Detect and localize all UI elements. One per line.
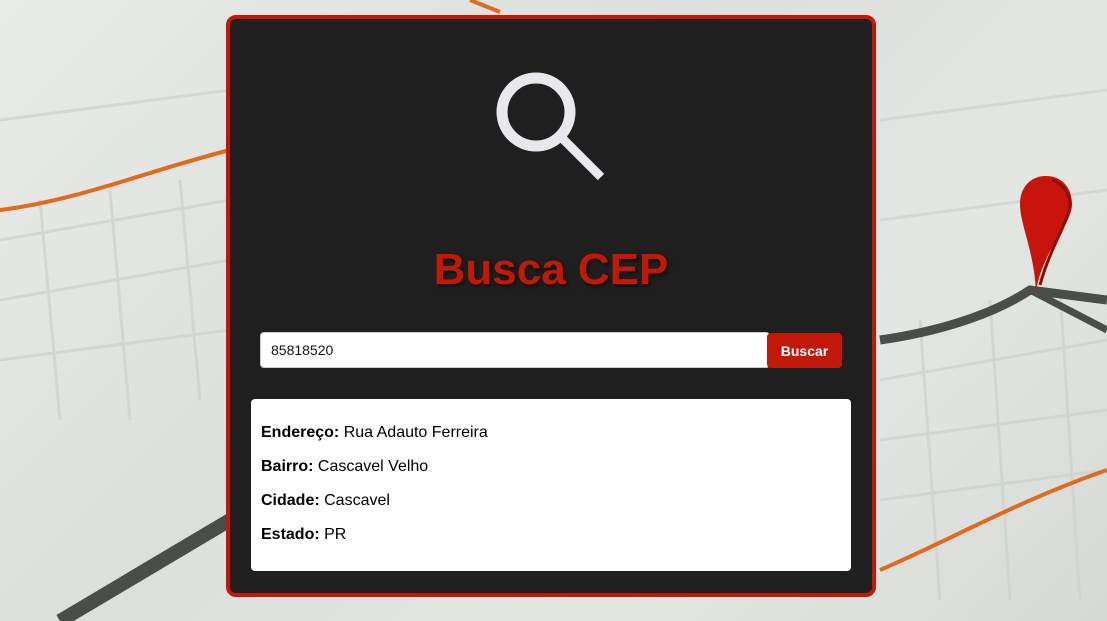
result-value: Cascavel: [324, 492, 390, 509]
result-panel: Endereço: Rua Adauto Ferreira Bairro: Ca…: [251, 399, 851, 571]
result-label: Cidade:: [261, 492, 320, 509]
page-title: Busca CEP: [433, 245, 669, 294]
result-value: Cascavel Velho: [317, 458, 429, 475]
result-label: Endereço:: [261, 424, 340, 441]
search-card: Busca CEP Buscar Endereço: Rua Adauto Fe…: [226, 15, 876, 597]
result-label: Estado:: [261, 526, 320, 543]
result-endereco: Endereço: Rua Adauto Ferreira: [261, 424, 488, 442]
search-icon: [496, 72, 605, 181]
result-estado: Estado: PR: [261, 526, 346, 544]
cep-input[interactable]: [260, 332, 770, 368]
result-bairro: Bairro: Cascavel Velho: [261, 458, 428, 476]
result-value: Rua Adauto Ferreira: [343, 424, 488, 441]
buscar-button[interactable]: Buscar: [767, 333, 842, 368]
result-value: PR: [324, 526, 347, 543]
result-label: Bairro:: [261, 458, 314, 475]
map-pin-icon: [1020, 176, 1072, 292]
result-cidade: Cidade: Cascavel: [261, 492, 390, 510]
